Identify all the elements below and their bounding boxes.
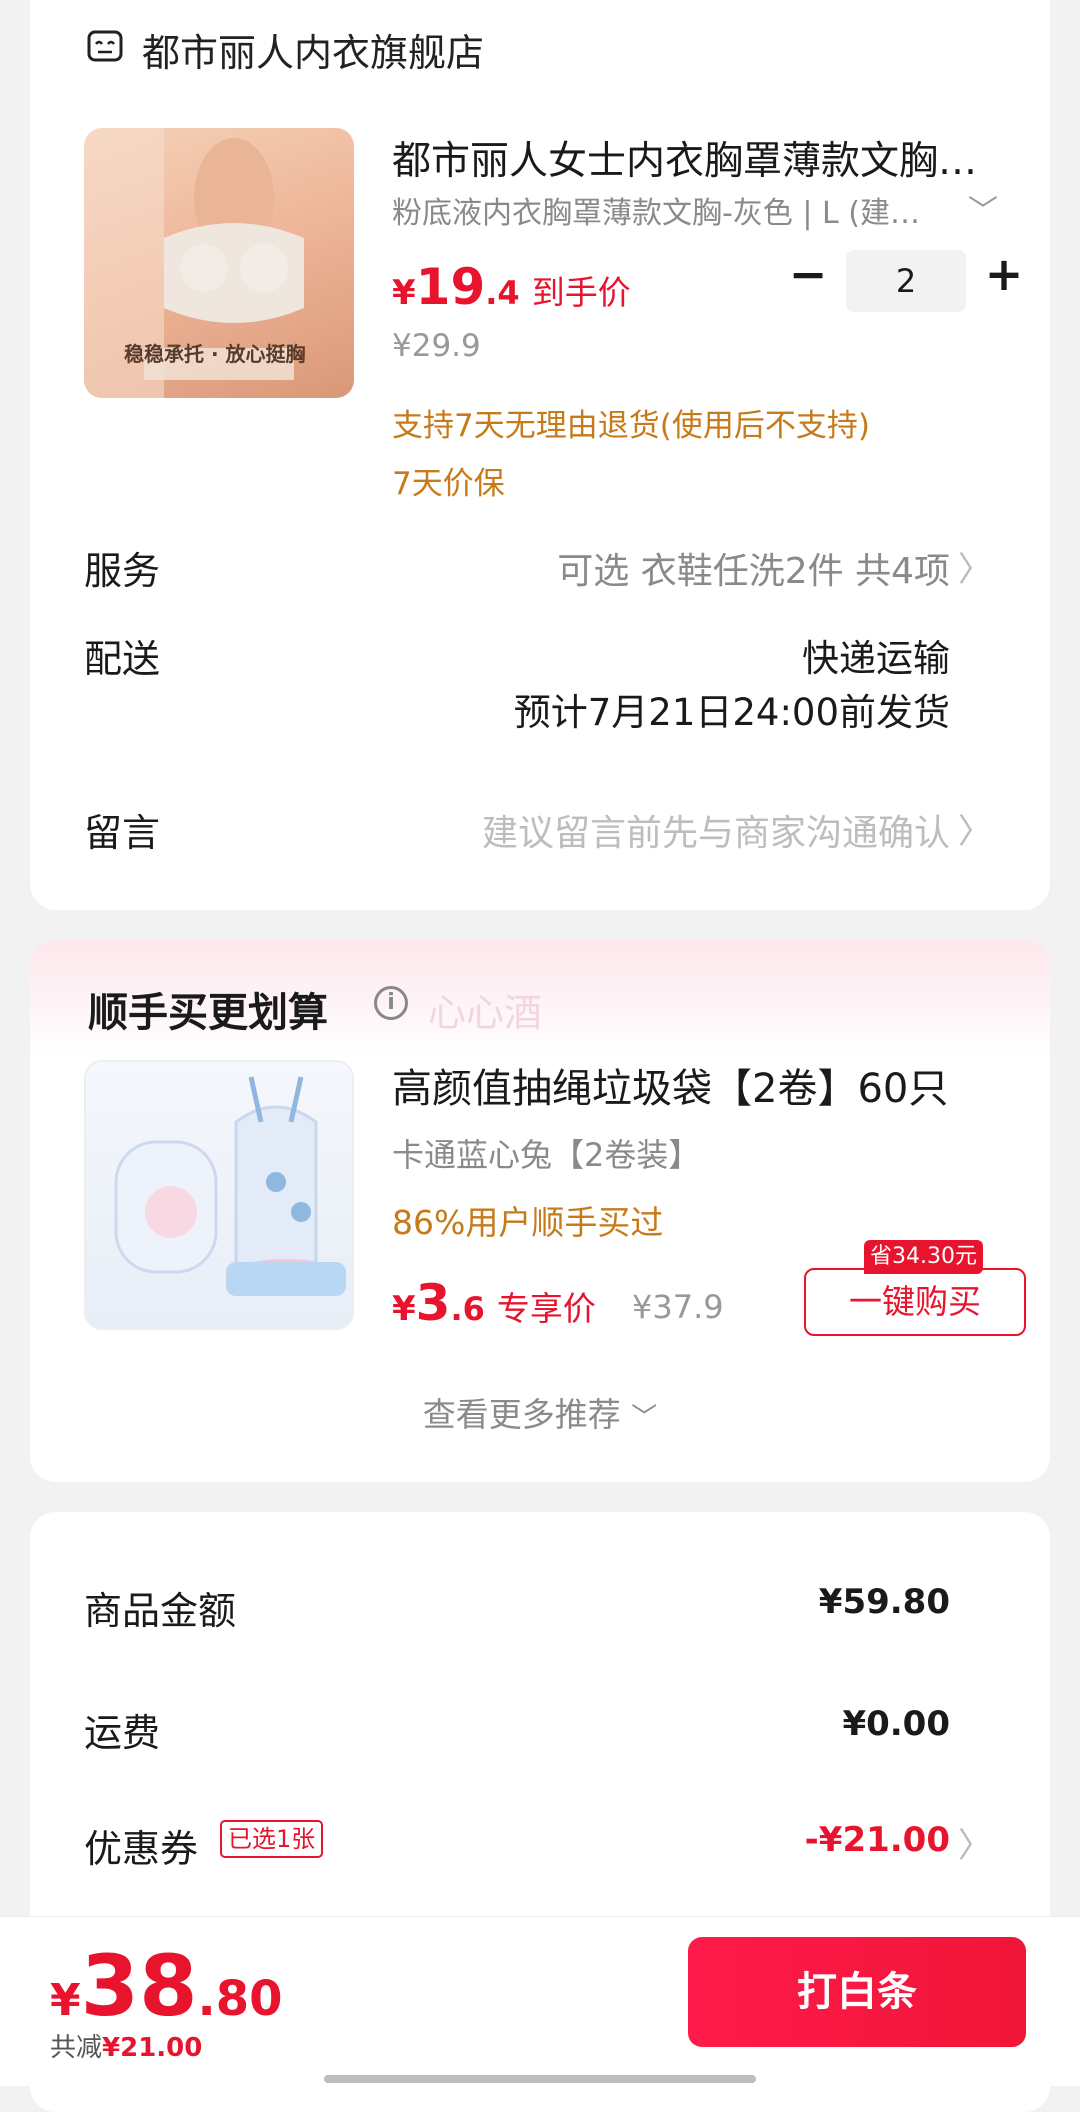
service-label: 服务 [84, 549, 161, 593]
delivery-method: 快递运输 [802, 637, 950, 680]
product-image[interactable]: 稳稳承托 · 放心挺胸 [84, 128, 354, 398]
total-reduction: 共减¥21.00 [50, 2027, 202, 2064]
coupon-label: 优惠券 [84, 1827, 199, 1871]
message-label: 留言 [84, 811, 161, 855]
price-protect: 7天价保 [392, 466, 505, 502]
product-price: ¥19.4 到手价 [392, 258, 631, 316]
total-price: ¥38.80 [50, 1937, 283, 2035]
quantity-minus-button[interactable]: − [788, 246, 828, 306]
total-price-decimal: .80 [197, 1971, 283, 2027]
message-input[interactable]: 建议留言前先与商家沟通确认 [482, 804, 950, 856]
coupon-chevron-icon[interactable]: 〉 [958, 1818, 992, 1867]
original-price: ¥29.9 [392, 328, 481, 364]
chevron-down-icon: ﹀ [631, 1403, 658, 1433]
delivery-estimate: 预计7月21日24:00前发货 [513, 691, 950, 734]
price-integer: 19 [415, 258, 486, 316]
price-symbol: ¥ [392, 273, 416, 313]
quantity-input[interactable]: 2 [846, 250, 966, 312]
coupon-value[interactable]: -¥21.00 [805, 1820, 950, 1860]
bundle-card: 顺手买更划算 i 心心酒 高颜值抽绳垃圾袋【2卷】60只 卡通蓝心兔【2卷装】 … [30, 940, 1050, 1482]
product-title[interactable]: 都市丽人女士内衣胸罩薄款文胸… [392, 130, 1012, 186]
see-more-label: 查看更多推荐 [422, 1395, 621, 1434]
bundle-price-decimal: .6 [450, 1290, 485, 1328]
info-icon[interactable]: i [374, 986, 408, 1020]
bundle-item-title[interactable]: 高颜值抽绳垃圾袋【2卷】60只 [392, 1056, 948, 1114]
service-value[interactable]: 可选 衣鞋任洗2件 共4项 [557, 542, 950, 594]
product-image-caption: 稳稳承托 · 放心挺胸 [124, 342, 306, 366]
goods-amount-label: 商品金额 [84, 1589, 237, 1633]
store-icon [87, 30, 123, 62]
bundle-title: 顺手买更划算 [88, 990, 328, 1036]
total-price-symbol: ¥ [50, 1975, 81, 2026]
see-more-recommendations[interactable]: 查看更多推荐 ﹀ [30, 1388, 1050, 1436]
quantity-plus-button[interactable]: + [984, 246, 1024, 306]
pay-button[interactable]: 打白条 [688, 1937, 1026, 2047]
bundle-price-label: 专享价 [496, 1289, 596, 1328]
product-sku[interactable]: 粉底液内衣胸罩薄款文胸-灰色 | L (建… [392, 188, 932, 232]
sku-chevron-down-icon[interactable]: ﹀ [968, 186, 998, 230]
total-price-integer: 38 [80, 1937, 198, 2035]
bundle-price: ¥3.6 专享价 [392, 1274, 596, 1332]
bundle-price-integer: 3 [415, 1274, 451, 1332]
bundle-item-image[interactable] [84, 1060, 354, 1330]
home-indicator[interactable] [324, 2075, 756, 2083]
store-card: 都市丽人内衣旗舰店 稳稳承托 · 放心挺胸 都市丽人女士内衣胸罩薄款文胸… 粉底… [30, 0, 1050, 910]
reduction-label: 共减 [50, 2033, 103, 2063]
store-name[interactable]: 都市丽人内衣旗舰店 [142, 22, 484, 77]
bundle-promo: 86%用户顺手买过 [392, 1203, 664, 1242]
checkout-bar: ¥38.80 共减¥21.00 打白条 [0, 1916, 1080, 2086]
goods-amount-value: ¥59.80 [818, 1582, 950, 1622]
price-label: 到手价 [531, 273, 631, 312]
faint-text: 心心酒 [428, 991, 543, 1035]
message-chevron-icon[interactable]: 〉 [958, 804, 992, 853]
return-policy: 支持7天无理由退货(使用后不支持) [392, 408, 870, 444]
service-chevron-icon[interactable]: 〉 [958, 542, 992, 591]
bundle-original-price: ¥37.9 [632, 1288, 724, 1326]
delivery-label: 配送 [84, 637, 161, 681]
price-decimal: .4 [485, 274, 520, 312]
bundle-item-variant: 卡通蓝心兔【2卷装】 [392, 1136, 701, 1174]
one-click-buy-button[interactable]: 一键购买 [804, 1268, 1026, 1336]
coupon-selected-badge: 已选1张 [220, 1820, 324, 1858]
bundle-price-symbol: ¥ [392, 1289, 416, 1329]
reduction-value: ¥21.00 [102, 2033, 203, 2063]
shipping-label: 运费 [84, 1711, 161, 1755]
save-badge: 省34.30元 [864, 1240, 983, 1274]
shipping-value: ¥0.00 [842, 1704, 950, 1744]
